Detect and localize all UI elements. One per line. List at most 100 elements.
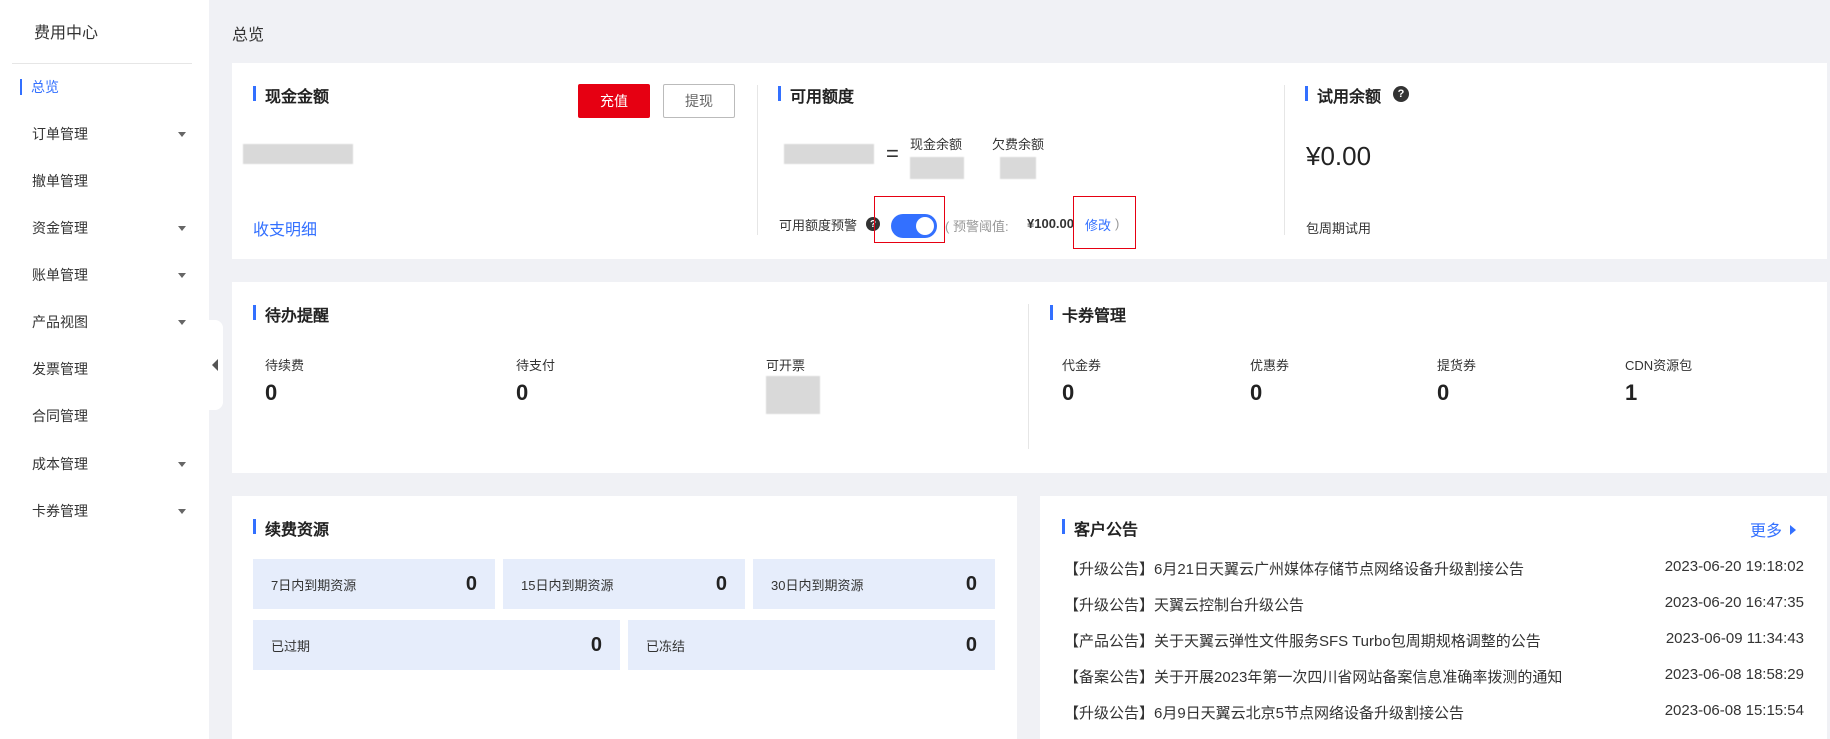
threshold-prefix: ( 预警阈值: xyxy=(945,219,1009,234)
sidebar-collapse-button[interactable] xyxy=(207,320,223,410)
discount-coupon-value[interactable]: 0 xyxy=(1250,380,1262,406)
divider xyxy=(757,85,758,235)
arrears-masked xyxy=(1000,157,1036,179)
cash-title: 现金金额 xyxy=(253,83,329,107)
notice-date: 2023-06-08 15:15:54 xyxy=(1664,702,1804,719)
tile-label: 30日内到期资源 xyxy=(771,577,864,593)
sidebar-item-label: 订单管理 xyxy=(32,126,88,142)
available-title: 可用额度 xyxy=(778,83,854,107)
notice-item[interactable]: 【备案公告】关于开展2023年第一次四川省网站备案信息准确率拨测的通知 2023-… xyxy=(1064,666,1804,688)
trial-amount: ¥0.00 xyxy=(1306,141,1372,171)
notice-item[interactable]: 【升级公告】天翼云控制台升级公告 2023-06-20 16:47:35 xyxy=(1064,594,1804,616)
help-icon[interactable]: ? xyxy=(1393,86,1409,102)
todo-title: 待办提醒 xyxy=(253,302,329,326)
todo-renew-value[interactable]: 0 xyxy=(265,380,277,406)
sidebar-item-label: 账单管理 xyxy=(32,267,88,283)
sidebar-item-product-view[interactable]: 产品视图 xyxy=(0,307,200,337)
tile-value: 0 xyxy=(590,633,602,656)
available-amount-masked xyxy=(784,144,874,164)
notice-item[interactable]: 【产品公告】关于天翼云弹性文件服务SFS Turbo包周期规格调整的公告 2023… xyxy=(1064,630,1804,652)
tile-label: 15日内到期资源 xyxy=(521,577,614,593)
threshold-suffix: ) xyxy=(1115,216,1120,231)
todo-invoice-label: 可开票 xyxy=(766,358,806,373)
chevron-right-icon xyxy=(1790,525,1797,535)
notice-title: 【升级公告】6月9日天翼云北京5节点网络设备升级割接公告 xyxy=(1064,705,1465,722)
tile-value: 0 xyxy=(465,572,477,595)
sidebar-item-invoices[interactable]: 发票管理 xyxy=(0,354,200,384)
sidebar-item-overview[interactable]: 总览 xyxy=(0,72,200,102)
divider xyxy=(1284,85,1285,235)
renewal-title: 续费资源 xyxy=(253,516,329,540)
sidebar-item-label: 总览 xyxy=(31,79,59,95)
sidebar-divider xyxy=(12,63,192,64)
sidebar-item-label: 产品视图 xyxy=(32,314,88,330)
trial-note: 包周期试用 xyxy=(1306,221,1372,236)
sidebar-item-bills[interactable]: 账单管理 xyxy=(0,260,200,290)
discount-coupon-label: 优惠券 xyxy=(1250,358,1290,373)
more-notices-link[interactable]: 更多 xyxy=(1750,517,1797,541)
sidebar-item-cancellations[interactable]: 撤单管理 xyxy=(0,166,200,196)
renewal-tile-7d[interactable]: 7日内到期资源 0 xyxy=(253,559,495,609)
renewal-tile-30d[interactable]: 30日内到期资源 0 xyxy=(753,559,995,609)
renewal-tile-expired[interactable]: 已过期 0 xyxy=(253,620,620,670)
chevron-down-icon xyxy=(178,132,186,137)
sidebar-item-coupons[interactable]: 卡券管理 xyxy=(0,496,200,526)
notice-date: 2023-06-08 18:58:29 xyxy=(1664,666,1804,683)
coupons-title: 卡券管理 xyxy=(1050,302,1126,326)
tile-value: 0 xyxy=(965,633,977,656)
todo-pay-label: 待支付 xyxy=(516,358,556,373)
voucher-value[interactable]: 0 xyxy=(1062,380,1074,406)
todo-coupon-card xyxy=(232,282,1827,473)
quota-warning-toggle[interactable] xyxy=(891,214,937,238)
chevron-left-icon xyxy=(212,359,218,371)
sidebar-item-label: 合同管理 xyxy=(32,408,88,424)
tile-label: 已过期 xyxy=(271,638,311,654)
notice-title: 【备案公告】关于开展2023年第一次四川省网站备案信息准确率拨测的通知 xyxy=(1064,669,1563,686)
todo-invoice-masked xyxy=(766,376,820,414)
notices-title: 客户公告 xyxy=(1062,516,1138,540)
sidebar-item-label: 撤单管理 xyxy=(32,173,88,189)
chevron-down-icon xyxy=(178,273,186,278)
divider xyxy=(1028,304,1029,449)
trial-title: 试用余额 xyxy=(1305,83,1381,107)
cdn-package-value[interactable]: 1 xyxy=(1625,380,1637,406)
renewal-tile-15d[interactable]: 15日内到期资源 0 xyxy=(503,559,745,609)
sidebar-item-orders[interactable]: 订单管理 xyxy=(0,119,200,149)
cash-balance-masked xyxy=(910,157,964,179)
renewal-card xyxy=(232,496,1017,739)
income-expense-details-link[interactable]: 收支明细 xyxy=(253,216,317,240)
notice-title: 【产品公告】关于天翼云弹性文件服务SFS Turbo包周期规格调整的公告 xyxy=(1064,633,1541,650)
tile-label: 已冻结 xyxy=(646,638,686,654)
notice-title: 【升级公告】6月21日天翼云广州媒体存储节点网络设备升级割接公告 xyxy=(1064,561,1525,578)
voucher-label: 代金券 xyxy=(1062,358,1102,373)
modify-threshold-link[interactable]: 修改 xyxy=(1085,215,1111,234)
threshold-value: ¥100.00 xyxy=(1027,216,1074,231)
recharge-button[interactable]: 充值 xyxy=(578,84,650,118)
pickup-coupon-value[interactable]: 0 xyxy=(1437,380,1449,406)
notice-item[interactable]: 【升级公告】6月21日天翼云广州媒体存储节点网络设备升级割接公告 2023-06-… xyxy=(1064,558,1804,580)
renewal-tile-frozen[interactable]: 已冻结 0 xyxy=(628,620,995,670)
chevron-down-icon xyxy=(178,320,186,325)
tile-value: 0 xyxy=(965,572,977,595)
sidebar: 费用中心 总览 订单管理 撤单管理 资金管理 账单管理 产品视图 发票管理 合同… xyxy=(0,0,209,739)
notice-item[interactable]: 【升级公告】6月9日天翼云北京5节点网络设备升级割接公告 2023-06-08 1… xyxy=(1064,702,1804,724)
equals-sign: = xyxy=(886,141,899,166)
sidebar-item-funds[interactable]: 资金管理 xyxy=(0,213,200,243)
more-label: 更多 xyxy=(1750,523,1783,540)
cash-balance-label: 现金余额 xyxy=(910,137,963,152)
withdraw-button[interactable]: 提现 xyxy=(663,84,735,118)
cdn-package-label: CDN资源包 xyxy=(1625,358,1693,373)
todo-pay-value[interactable]: 0 xyxy=(516,380,528,406)
tile-label: 7日内到期资源 xyxy=(271,577,357,593)
sidebar-item-cost[interactable]: 成本管理 xyxy=(0,449,200,479)
notice-date: 2023-06-20 16:47:35 xyxy=(1664,594,1804,611)
sidebar-item-contracts[interactable]: 合同管理 xyxy=(0,401,200,431)
tile-value: 0 xyxy=(715,572,727,595)
notice-date: 2023-06-09 11:34:43 xyxy=(1665,630,1804,647)
sidebar-title: 费用中心 xyxy=(34,25,99,42)
cash-amount-masked xyxy=(243,144,353,164)
chevron-down-icon xyxy=(178,509,186,514)
sidebar-item-label: 成本管理 xyxy=(32,456,88,472)
sidebar-item-label: 卡券管理 xyxy=(32,503,88,519)
arrears-label: 欠费余额 xyxy=(992,137,1045,152)
